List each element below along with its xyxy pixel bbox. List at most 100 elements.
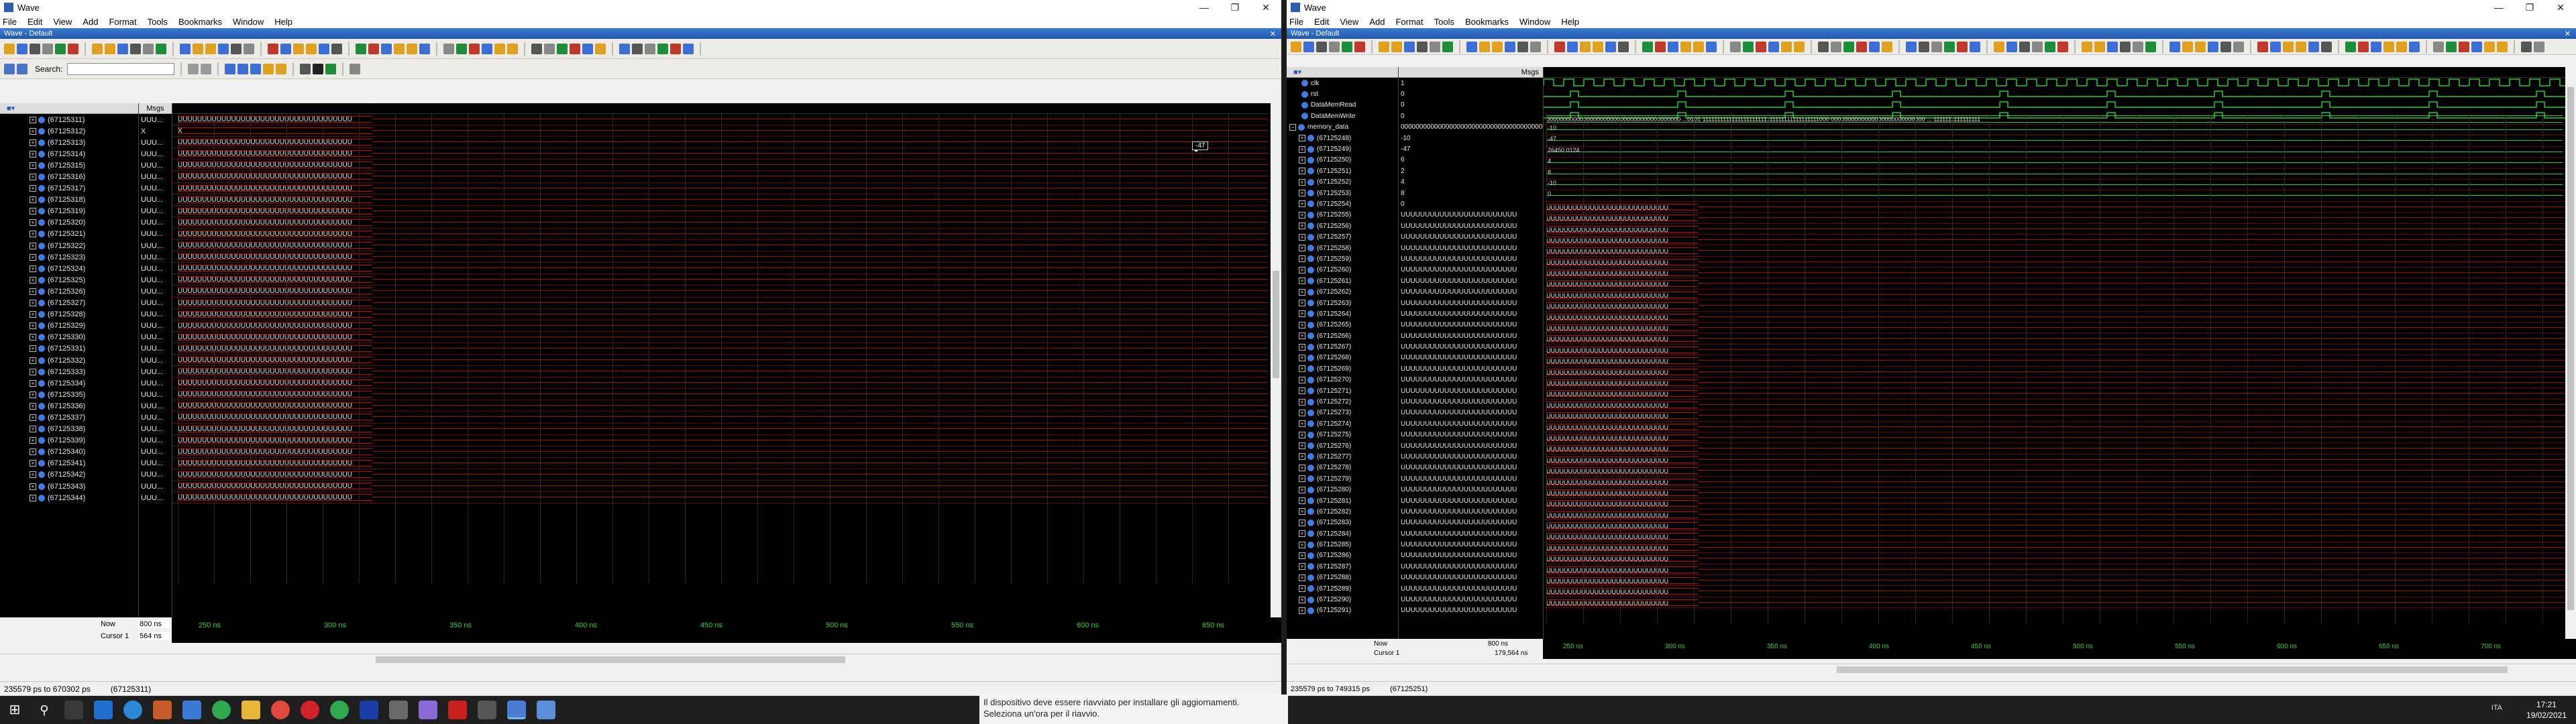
toolbar-button-24-icon[interactable] (306, 43, 317, 54)
signal-row[interactable]: + (67125287) (1287, 561, 1398, 572)
expand-icon[interactable]: + (1299, 245, 1305, 252)
toolbar-button-29-icon[interactable] (368, 43, 379, 54)
toolbar-button-53-icon[interactable] (1957, 41, 1968, 52)
task-view-icon[interactable] (64, 701, 83, 719)
toolbar-button-0-icon[interactable] (1291, 41, 1301, 52)
toolbar-button-17-icon[interactable] (218, 43, 229, 54)
app-icon-12[interactable] (419, 701, 437, 719)
toolbar-button-4-icon[interactable] (1342, 41, 1352, 52)
expand-icon[interactable]: + (1299, 135, 1305, 142)
signal-row[interactable]: + (67125264) (1287, 308, 1398, 319)
signal-row[interactable]: + (67125249) (1287, 143, 1398, 154)
toolbar-button-31-icon[interactable] (394, 43, 405, 54)
vertical-scrollbar[interactable] (1271, 103, 1281, 617)
toolbar-button-98-icon[interactable] (2521, 41, 2532, 52)
expand-icon[interactable]: + (30, 460, 36, 467)
toolbar-button-53-icon[interactable] (670, 43, 681, 54)
signal-row[interactable]: + (67125277) (1287, 451, 1398, 462)
signal-row[interactable]: + (67125270) (1287, 375, 1398, 385)
expand-icon[interactable]: + (1299, 288, 1305, 296)
toolbar-button-4-icon[interactable] (55, 43, 66, 54)
signal-row[interactable]: + (67125312) (0, 125, 138, 137)
maximize-button[interactable]: ❐ (2514, 2, 2545, 13)
toolbar-button-26-icon[interactable] (331, 43, 342, 54)
signal-row[interactable]: + (67125274) (1287, 418, 1398, 429)
toolbar-button-47-icon[interactable] (595, 43, 606, 54)
toolbar-button-9-icon[interactable] (117, 43, 128, 54)
toolbar-button-3-icon[interactable] (42, 43, 53, 54)
expand-icon[interactable]: + (30, 174, 36, 181)
expand-icon[interactable]: + (30, 426, 36, 433)
expand-icon[interactable]: + (1299, 541, 1305, 548)
toolbar-button-58-icon[interactable] (2019, 41, 2030, 52)
toolbar-button-49-icon[interactable] (1906, 41, 1917, 52)
signal-row[interactable]: − memory_data (1287, 122, 1398, 133)
toolbar-button-49-icon[interactable] (619, 43, 630, 54)
expand-icon[interactable]: + (30, 322, 36, 330)
signal-row[interactable]: + (67125257) (1287, 231, 1398, 242)
expand-icon[interactable]: + (30, 208, 36, 215)
toolbar-button-38-icon[interactable] (482, 43, 492, 54)
menu-edit[interactable]: Edit (1314, 17, 1329, 27)
toolbar-button-93-icon[interactable] (2459, 41, 2469, 52)
toolbar-button-71-icon[interactable] (2182, 41, 2193, 52)
search-icon[interactable]: ⚲ (35, 701, 54, 719)
signal-row[interactable]: + (67125326) (0, 286, 138, 297)
menu-help[interactable]: Help (1561, 17, 1579, 27)
signal-row[interactable]: + (67125343) (0, 481, 138, 492)
app-icon-5[interactable] (212, 701, 231, 719)
expand-icon[interactable]: + (30, 483, 36, 490)
menu-help[interactable]: Help (274, 17, 292, 27)
toolbar-button-95-icon[interactable] (2484, 41, 2495, 52)
toolbar-button-64-icon[interactable] (2094, 41, 2105, 52)
toolbar-button-23-icon[interactable] (1580, 41, 1591, 52)
toolbar-button-47-icon[interactable] (1882, 41, 1892, 52)
expand-icon[interactable]: + (30, 288, 36, 295)
menu-format[interactable]: Format (109, 17, 136, 27)
toolbar-button-19-icon[interactable] (244, 43, 254, 54)
signal-row[interactable]: + (67125251) (1287, 166, 1398, 176)
toolbar-button-85-icon[interactable] (2358, 41, 2369, 52)
expand-icon[interactable]: + (1299, 321, 1305, 328)
menu-view[interactable]: View (53, 17, 72, 27)
expand-icon[interactable]: + (30, 185, 36, 192)
expand-icon[interactable]: + (30, 391, 36, 398)
expand-icon[interactable]: + (30, 334, 36, 341)
expand-icon[interactable]: + (1299, 420, 1305, 428)
signal-row[interactable]: + (67125263) (1287, 298, 1398, 308)
toolbar-button-9-icon[interactable] (1404, 41, 1415, 52)
toolbar-button-78-icon[interactable] (2270, 41, 2281, 52)
toolbar-button-61-icon[interactable] (2057, 41, 2068, 52)
pane-close-icon[interactable]: ✕ (1270, 29, 1276, 38)
signal-row[interactable]: + (67125280) (1287, 484, 1398, 495)
toolbar-button-51-icon[interactable] (645, 43, 655, 54)
collapse-icon[interactable]: − (1289, 123, 1296, 131)
signal-row[interactable]: + (67125330) (0, 332, 138, 343)
expand-icon[interactable]: + (30, 437, 36, 444)
toolbar-button-25-icon[interactable] (319, 43, 329, 54)
expand-icon[interactable]: + (30, 265, 36, 272)
signal-row[interactable]: + (67125258) (1287, 243, 1398, 253)
toolbar-button-5-icon[interactable] (1354, 41, 1365, 52)
toolbar-button-57-icon[interactable] (2006, 41, 2017, 52)
expand-icon[interactable]: + (30, 345, 36, 353)
toolbar-button-46-icon[interactable] (582, 43, 593, 54)
toolbar-button-10-icon[interactable] (1417, 41, 1428, 52)
signal-row[interactable]: + (67125320) (0, 217, 138, 229)
signal-row[interactable]: + (67125325) (0, 274, 138, 286)
signal-row[interactable]: + (67125324) (0, 263, 138, 274)
opera-icon[interactable] (301, 701, 319, 719)
expand-icon[interactable]: + (30, 231, 36, 238)
toolbar-button-1-icon[interactable] (17, 43, 28, 54)
signal-row[interactable]: + (67125331) (0, 343, 138, 355)
toolbar-button-60-icon[interactable] (2045, 41, 2055, 52)
signal-row[interactable]: + (67125335) (0, 389, 138, 400)
app-icon-4[interactable] (182, 701, 201, 719)
toolbar-button-81-icon[interactable] (2308, 41, 2319, 52)
toolbar-button-88-icon[interactable] (2396, 41, 2407, 52)
toolbar-button-17-icon[interactable] (1505, 41, 1515, 52)
app-icon-11[interactable] (389, 701, 408, 719)
toolbar-button-33-icon[interactable] (1706, 41, 1717, 52)
toolbar-button-92-icon[interactable] (2446, 41, 2457, 52)
toolbar-button-39-icon[interactable] (494, 43, 505, 54)
